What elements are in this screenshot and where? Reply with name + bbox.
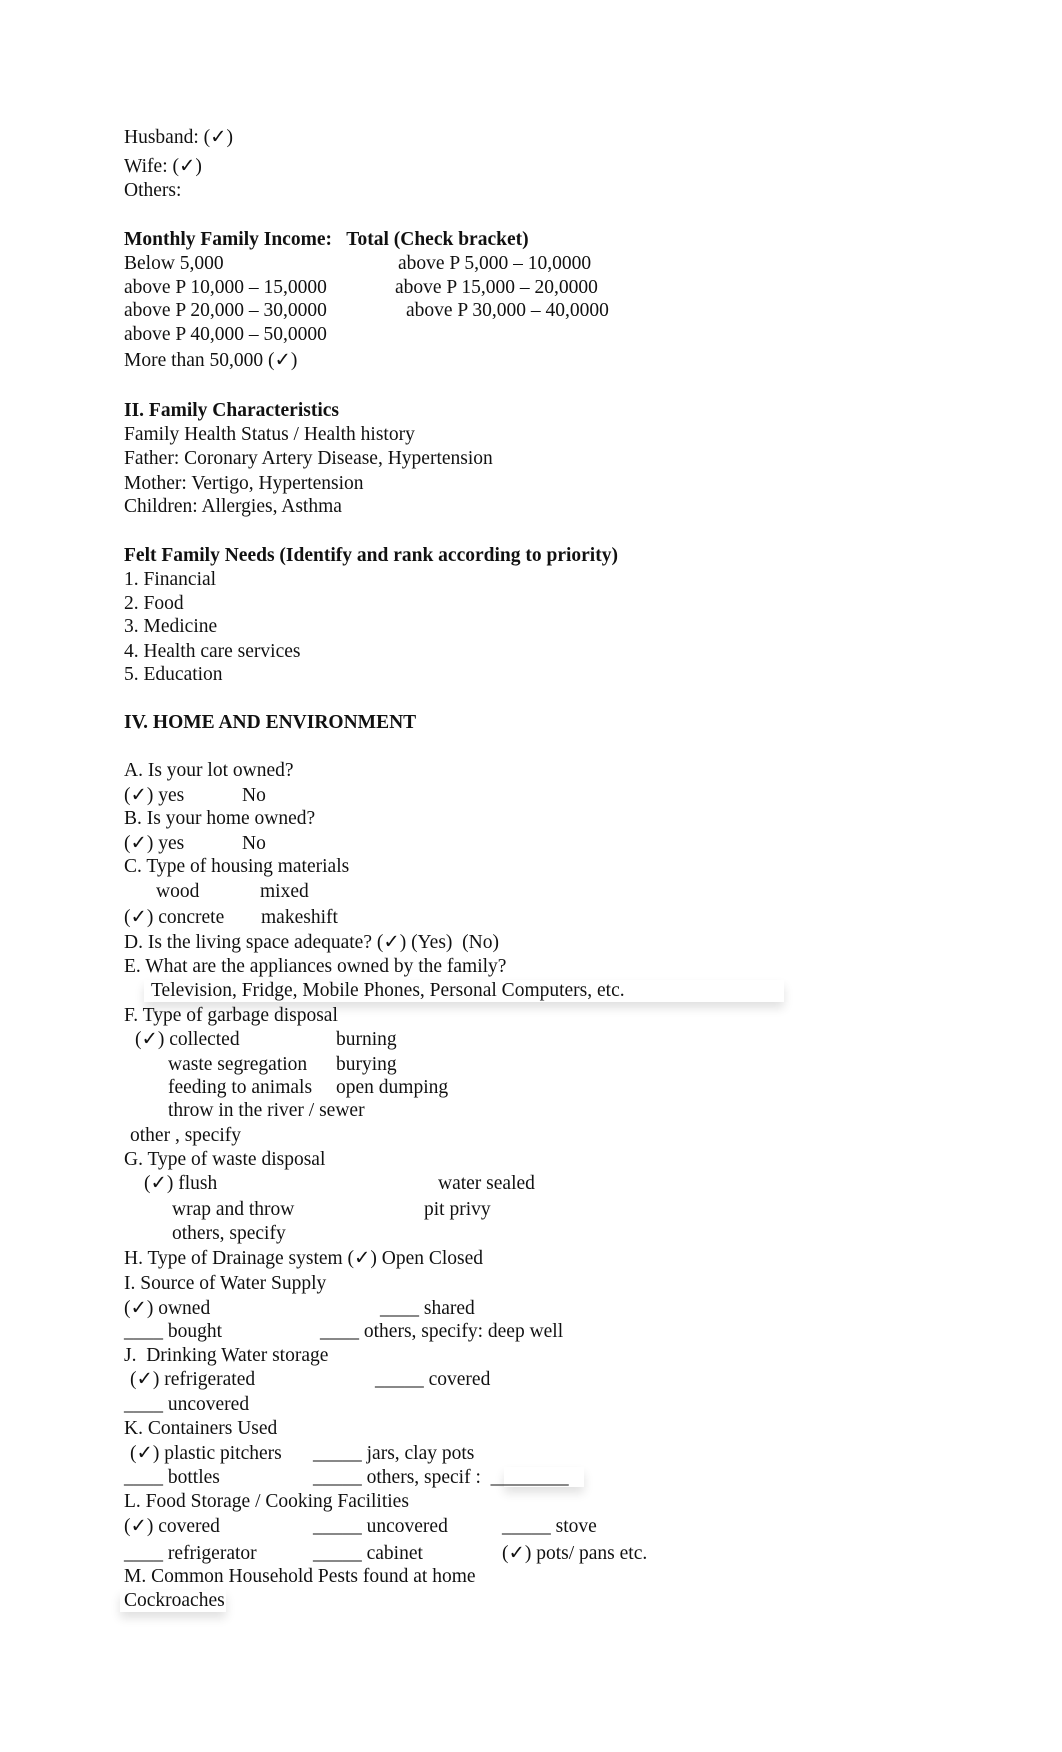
option-plastic-pitchers: (✓) plastic pitchers xyxy=(130,1443,282,1464)
option-feeding-animals: feeding to animals xyxy=(168,1077,313,1098)
question-m: M. Common Household Pests found at home xyxy=(124,1566,476,1587)
others-line: Others: xyxy=(124,180,182,201)
answer-a-yes: (✓) yes xyxy=(124,785,185,806)
option-refrigerated: (✓) refrigerated xyxy=(130,1369,256,1390)
answer-e: Television, Fridge, Mobile Phones, Perso… xyxy=(151,980,625,1001)
felt-needs-heading: Felt Family Needs (Identify and rank acc… xyxy=(124,545,618,566)
question-j: J. Drinking Water storage xyxy=(124,1345,329,1366)
option-cabinet: _____ cabinet xyxy=(313,1543,423,1564)
income-bracket: above P 10,000 – 15,0000 xyxy=(124,277,327,298)
need-item: 3. Medicine xyxy=(124,616,218,637)
question-i: I. Source of Water Supply xyxy=(124,1273,327,1294)
health-status-subheading: Family Health Status / Health history xyxy=(124,424,415,445)
option-water-sealed: water sealed xyxy=(438,1173,535,1194)
option-others-deep-well: ____ others, specify: deep well xyxy=(320,1321,564,1342)
income-bracket: above P 40,000 – 50,0000 xyxy=(124,324,327,345)
family-characteristics-heading: II. Family Characteristics xyxy=(124,400,339,421)
option-makeshift: makeshift xyxy=(261,907,338,928)
need-item: 4. Health care services xyxy=(124,641,301,662)
option-concrete: (✓) concrete xyxy=(124,907,225,928)
option-bought: ____ bought xyxy=(124,1321,223,1342)
question-f: F. Type of garbage disposal xyxy=(124,1005,338,1026)
question-a: A. Is your lot owned? xyxy=(124,760,294,781)
income-heading: Monthly Family Income: Total (Check brac… xyxy=(124,229,529,250)
option-wrap-throw: wrap and throw xyxy=(172,1199,295,1220)
option-burying: burying xyxy=(336,1054,397,1075)
children-health: Children: Allergies, Asthma xyxy=(124,496,342,517)
income-bracket: above P 15,000 – 20,0000 xyxy=(395,277,598,298)
income-bracket: above P 5,000 – 10,0000 xyxy=(398,253,592,274)
option-mixed: mixed xyxy=(260,881,309,902)
option-covered: _____ covered xyxy=(375,1369,491,1390)
home-environment-heading: IV. HOME AND ENVIRONMENT xyxy=(124,712,417,733)
option-pit-privy: pit privy xyxy=(424,1199,491,1220)
option-waste-segregation: waste segregation xyxy=(168,1054,308,1075)
option-pots-pans: (✓) pots/ pans etc. xyxy=(502,1543,648,1564)
income-bracket: above P 30,000 – 40,0000 xyxy=(406,300,609,321)
option-jars-clay-pots: _____ jars, clay pots xyxy=(313,1443,475,1464)
question-b: B. Is your home owned? xyxy=(124,808,316,829)
wife-line: Wife: (✓) xyxy=(124,156,202,177)
need-item: 1. Financial xyxy=(124,569,217,590)
answer-m: Cockroaches xyxy=(124,1590,225,1611)
question-g: G. Type of waste disposal xyxy=(124,1149,326,1170)
question-k: K. Containers Used xyxy=(124,1418,278,1439)
answer-a-no: No xyxy=(242,785,266,806)
option-collected: (✓) collected xyxy=(135,1029,240,1050)
option-open-dumping: open dumping xyxy=(336,1077,449,1098)
option-covered: (✓) covered xyxy=(124,1516,220,1537)
option-refrigerator: ____ refrigerator xyxy=(124,1543,257,1564)
answer-b-yes: (✓) yes xyxy=(124,833,185,854)
option-others-specify: others, specify xyxy=(172,1223,286,1244)
option-others-specif: _____ others, specif : ________ xyxy=(313,1467,569,1488)
husband-line: Husband: (✓) xyxy=(124,127,233,148)
option-owned: (✓) owned xyxy=(124,1298,211,1319)
option-flush: (✓) flush xyxy=(144,1173,218,1194)
option-bottles: ____ bottles xyxy=(124,1467,220,1488)
question-h: H. Type of Drainage system (✓) Open Clos… xyxy=(124,1248,484,1269)
question-c: C. Type of housing materials xyxy=(124,856,350,877)
father-health: Father: Coronary Artery Disease, Hyperte… xyxy=(124,448,493,469)
option-stove: _____ stove xyxy=(502,1516,597,1537)
option-other-specify: other , specify xyxy=(130,1125,242,1146)
option-shared: ____ shared xyxy=(380,1298,475,1319)
income-bracket-selected: More than 50,000 (✓) xyxy=(124,350,298,371)
need-item: 2. Food xyxy=(124,593,184,614)
option-throw-river: throw in the river / sewer xyxy=(168,1100,365,1121)
need-item: 5. Education xyxy=(124,664,223,685)
option-wood: wood xyxy=(156,881,200,902)
option-uncovered: ____ uncovered xyxy=(124,1394,250,1415)
question-d: D. Is the living space adequate? (✓) (Ye… xyxy=(124,932,499,953)
question-e: E. What are the appliances owned by the … xyxy=(124,956,507,977)
option-uncovered: _____ uncovered xyxy=(313,1516,448,1537)
option-burning: burning xyxy=(336,1029,397,1050)
mother-health: Mother: Vertigo, Hypertension xyxy=(124,473,364,494)
question-l: L. Food Storage / Cooking Facilities xyxy=(124,1491,409,1512)
income-bracket: Below 5,000 xyxy=(124,253,224,274)
answer-b-no: No xyxy=(242,833,266,854)
income-bracket: above P 20,000 – 30,0000 xyxy=(124,300,327,321)
